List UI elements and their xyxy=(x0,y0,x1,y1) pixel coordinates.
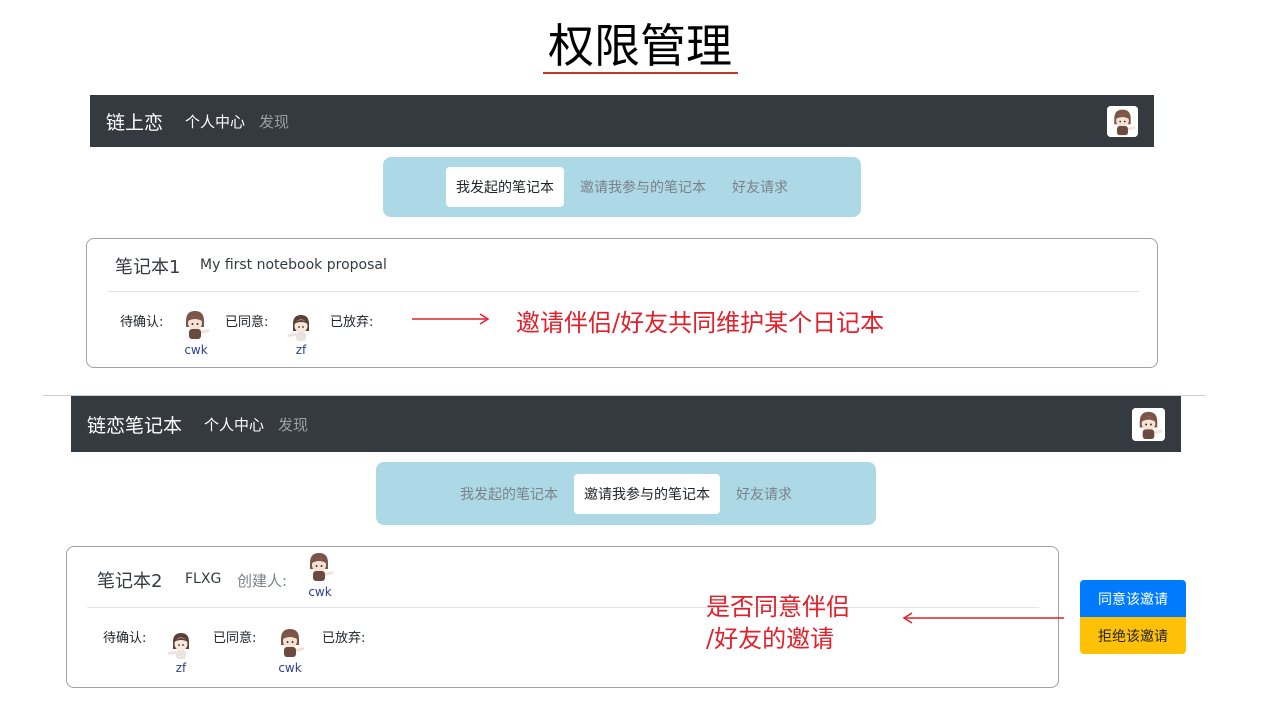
avatar-icon xyxy=(284,309,318,343)
avatar-icon xyxy=(302,549,336,583)
notebook-description: My first notebook proposal xyxy=(200,257,387,273)
tab-friend-requests[interactable]: 好友请求 xyxy=(726,474,802,514)
navbar-brand[interactable]: 链上恋 xyxy=(106,108,163,135)
nav-link-personal-center[interactable]: 个人中心 xyxy=(204,414,264,435)
arrow-right-icon xyxy=(412,313,490,325)
creator-label: 创建人: xyxy=(237,572,288,590)
pending-label: 待确认: xyxy=(120,315,164,330)
title-underline xyxy=(543,72,738,74)
pending-user[interactable]: cwk xyxy=(176,343,216,357)
tab-bar-top: 我发起的笔记本 邀请我参与的笔记本 好友请求 xyxy=(383,157,861,217)
pending-user[interactable]: zf xyxy=(161,661,201,675)
navbar-top: 链上恋 个人中心 发现 xyxy=(90,95,1154,147)
agreed-user[interactable]: cwk xyxy=(270,661,310,675)
arrow-left-icon xyxy=(902,612,1064,624)
notebook-name: 笔记本2 xyxy=(97,571,163,592)
annotation-accept-question-line2: /好友的邀请 xyxy=(706,625,835,653)
annotation-accept-question-line1: 是否同意伴侣 xyxy=(706,593,850,621)
nav-link-discover[interactable]: 发现 xyxy=(278,414,308,435)
user-avatar-icon[interactable] xyxy=(1107,105,1138,137)
reject-invitation-button[interactable]: 拒绝该邀请 xyxy=(1080,617,1186,654)
notebook-name: 笔记本1 xyxy=(115,257,181,278)
nav-link-discover[interactable]: 发现 xyxy=(259,111,289,132)
avatar-icon xyxy=(178,307,212,341)
notebook-description: FLXG xyxy=(185,571,222,587)
navbar-brand[interactable]: 链恋笔记本 xyxy=(87,411,182,438)
card-divider xyxy=(107,291,1139,292)
abandoned-label: 已放弃: xyxy=(322,631,366,646)
tab-invited-notebooks[interactable]: 邀请我参与的笔记本 xyxy=(570,167,716,207)
tab-friend-requests[interactable]: 好友请求 xyxy=(722,167,798,207)
nav-link-personal-center[interactable]: 个人中心 xyxy=(185,111,245,132)
card-divider xyxy=(87,607,1039,608)
page-title: 权限管理 xyxy=(548,19,732,73)
tab-bar-bottom: 我发起的笔记本 邀请我参与的笔记本 好友请求 xyxy=(376,462,876,525)
creator-user[interactable]: cwk xyxy=(300,585,340,599)
navbar-bottom: 链恋笔记本 个人中心 发现 xyxy=(71,396,1181,452)
tab-my-notebooks[interactable]: 我发起的笔记本 xyxy=(450,474,568,514)
pending-label: 待确认: xyxy=(103,631,147,646)
avatar-icon xyxy=(273,625,307,659)
agreed-user[interactable]: zf xyxy=(281,343,321,357)
notebook-card-1: 笔记本1 My first notebook proposal 待确认: cwk… xyxy=(86,238,1158,368)
avatar-icon xyxy=(164,627,198,661)
abandoned-label: 已放弃: xyxy=(330,315,374,330)
user-avatar-icon[interactable] xyxy=(1132,407,1165,441)
agreed-label: 已同意: xyxy=(225,315,269,330)
accept-invitation-button[interactable]: 同意该邀请 xyxy=(1080,580,1186,617)
tab-my-notebooks[interactable]: 我发起的笔记本 xyxy=(446,167,564,207)
agreed-label: 已同意: xyxy=(213,631,257,646)
annotation-invite: 邀请伴侣/好友共同维护某个日记本 xyxy=(516,309,885,337)
tab-invited-notebooks[interactable]: 邀请我参与的笔记本 xyxy=(574,473,720,514)
